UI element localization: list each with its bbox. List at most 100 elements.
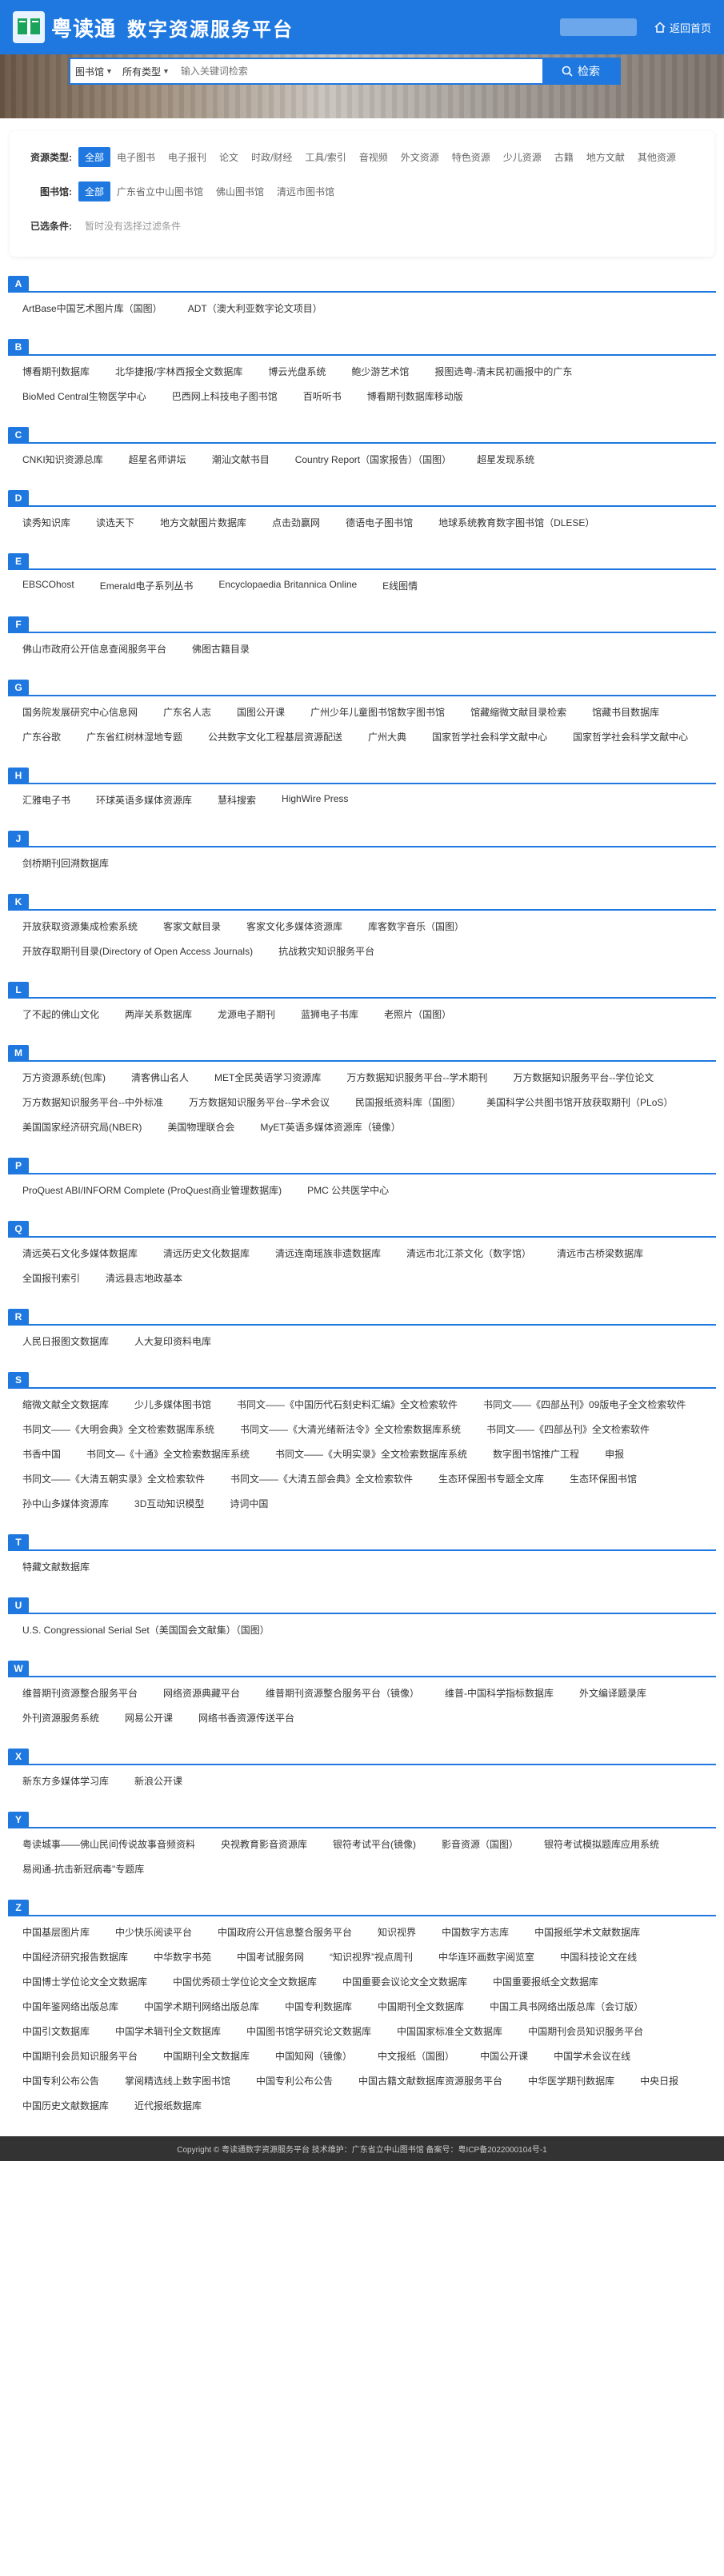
resource-link[interactable]: 美国物理联合会 bbox=[159, 1120, 242, 1134]
resource-link[interactable]: Country Report（国家报告）（国图） bbox=[287, 453, 459, 466]
resource-link[interactable]: 超星发现系统 bbox=[469, 453, 542, 466]
resource-link[interactable]: 广东谷歌 bbox=[14, 730, 69, 744]
resource-link[interactable]: 全国报刊索引 bbox=[14, 1271, 88, 1285]
resource-link[interactable]: 影音资源（国图） bbox=[434, 1837, 526, 1851]
resource-link[interactable]: 掌阅精选线上数字图书馆 bbox=[117, 2074, 238, 2088]
resource-link[interactable]: 库客数字音乐（国图） bbox=[360, 919, 472, 933]
resource-link[interactable]: 万方数据知识服务平台--学术会议 bbox=[181, 1095, 338, 1109]
resource-link[interactable]: 中国学术辑刊全文数据库 bbox=[107, 2024, 229, 2038]
resource-link[interactable]: 德语电子图书馆 bbox=[338, 516, 421, 529]
resource-type-option[interactable]: 古籍 bbox=[548, 147, 580, 167]
resource-link[interactable]: 抗战救灾知识服务平台 bbox=[270, 944, 382, 958]
resource-link[interactable]: 中国优秀硕士学位论文全文数据库 bbox=[165, 1975, 325, 1988]
resource-link[interactable]: 中少快乐阅读平台 bbox=[107, 1925, 200, 1939]
resource-link[interactable]: 粤读城事——佛山民间传说故事音频资料 bbox=[14, 1837, 203, 1851]
resource-type-option[interactable]: 地方文献 bbox=[580, 147, 631, 167]
resource-link[interactable]: U.S. Congressional Serial Set（美国国会文献集）（国… bbox=[14, 1623, 278, 1637]
resource-type-option[interactable]: 其他资源 bbox=[631, 147, 682, 167]
resource-link[interactable]: 清远市北江茶文化（数字馆） bbox=[398, 1246, 539, 1260]
resource-link[interactable]: 博看期刊数据库移动版 bbox=[359, 389, 471, 403]
resource-link[interactable]: 国图公开课 bbox=[229, 705, 293, 719]
resource-link[interactable]: 中国知网（镜像） bbox=[267, 2049, 360, 2063]
resource-link[interactable]: 广州大典 bbox=[360, 730, 414, 744]
resource-link[interactable]: 书同文——《大明会典》全文检索数据库系统 bbox=[14, 1422, 222, 1436]
logo[interactable]: 粤读通 数字资源服务平台 bbox=[13, 11, 294, 43]
resource-link[interactable]: 公共数字文化工程基层资源配送 bbox=[200, 730, 350, 744]
resource-link[interactable]: 清远连南瑶族非遗数据库 bbox=[267, 1246, 389, 1260]
resource-type-option[interactable]: 全部 bbox=[78, 147, 111, 167]
resource-link[interactable]: 潮汕文献书目 bbox=[204, 453, 278, 466]
resource-link[interactable]: 中国引文数据库 bbox=[14, 2024, 98, 2038]
library-select[interactable]: 图书馆 ▼ bbox=[70, 59, 118, 83]
resource-link[interactable]: 中国专利数据库 bbox=[277, 2000, 360, 2013]
resource-link[interactable]: 特藏文献数据库 bbox=[14, 1560, 98, 1573]
resource-link[interactable]: 读秀知识库 bbox=[14, 516, 78, 529]
resource-type-option[interactable]: 少儿资源 bbox=[497, 147, 548, 167]
resource-link[interactable]: 两岸关系数据库 bbox=[117, 1007, 200, 1021]
resource-link[interactable]: 中国重要报纸全文数据库 bbox=[485, 1975, 606, 1988]
resource-link[interactable]: 客家文献目录 bbox=[155, 919, 229, 933]
resource-link[interactable]: 书同文——《四部丛刊》全文检索软件 bbox=[478, 1422, 658, 1436]
search-input[interactable] bbox=[174, 59, 542, 83]
resource-link[interactable]: 中国科技论文在线 bbox=[552, 1950, 645, 1964]
resource-link[interactable]: 地球系统教育数字图书馆（DLESE） bbox=[430, 516, 602, 529]
resource-link[interactable]: 书香中国 bbox=[14, 1447, 69, 1461]
resource-link[interactable]: 开放获取资源集成检索系统 bbox=[14, 919, 146, 933]
resource-link[interactable]: 中国政府公开信息整合服务平台 bbox=[210, 1925, 360, 1939]
resource-link[interactable]: 馆藏书目数据库 bbox=[584, 705, 667, 719]
resource-link[interactable]: 老照片（国图） bbox=[376, 1007, 459, 1021]
resource-link[interactable]: 诗词中国 bbox=[222, 1497, 276, 1510]
resource-link[interactable]: 中文报纸（国图） bbox=[370, 2049, 462, 2063]
resource-link[interactable]: MyET英语多媒体资源库（镜像） bbox=[252, 1120, 408, 1134]
resource-link[interactable]: 广东名人志 bbox=[155, 705, 219, 719]
resource-link[interactable]: 网易公开课 bbox=[117, 1711, 181, 1725]
resource-type-option[interactable]: 特色资源 bbox=[446, 147, 497, 167]
resource-type-option[interactable]: 时政/财经 bbox=[245, 147, 298, 167]
resource-link[interactable]: 点击劲赢网 bbox=[264, 516, 328, 529]
resource-link[interactable]: 书同文——《大清五朝实录》全文检索软件 bbox=[14, 1472, 213, 1485]
resource-link[interactable]: 中国专利公布公告 bbox=[248, 2074, 341, 2088]
resource-link[interactable]: 美国国家经济研究局(NBER) bbox=[14, 1120, 150, 1134]
resource-link[interactable]: 民国报纸资料库（国图） bbox=[347, 1095, 469, 1109]
resource-link[interactable]: 美国科学公共图书馆开放获取期刊（PLoS） bbox=[478, 1095, 681, 1109]
resource-link[interactable]: ArtBase中国艺术图片库（国图） bbox=[14, 301, 170, 315]
resource-link[interactable]: 读选天下 bbox=[88, 516, 142, 529]
resource-link[interactable]: 中国历史文献数据库 bbox=[14, 2099, 117, 2112]
resource-link[interactable]: 博看期刊数据库 bbox=[14, 365, 98, 378]
resource-link[interactable]: CNKI知识资源总库 bbox=[14, 453, 111, 466]
resource-link[interactable]: 清客佛山名人 bbox=[123, 1071, 197, 1084]
library-option[interactable]: 全部 bbox=[78, 181, 111, 201]
resource-link[interactable]: 中国古籍文献数据库资源服务平台 bbox=[350, 2074, 510, 2088]
type-select[interactable]: 所有类型 ▼ bbox=[118, 59, 174, 83]
resource-link[interactable]: 申报 bbox=[597, 1447, 632, 1461]
resource-link[interactable]: 网络资源典藏平台 bbox=[155, 1686, 248, 1700]
resource-link[interactable]: 人民日报图文数据库 bbox=[14, 1334, 117, 1348]
resource-link[interactable]: 汇雅电子书 bbox=[14, 793, 78, 807]
library-option[interactable]: 清远市图书馆 bbox=[270, 181, 341, 201]
resource-link[interactable]: 佛图古籍目录 bbox=[184, 642, 258, 656]
resource-link[interactable]: 馆藏缩微文献目录检索 bbox=[462, 705, 574, 719]
search-button[interactable]: 检索 bbox=[542, 59, 619, 83]
resource-link[interactable]: 万方数据知识服务平台--中外标准 bbox=[14, 1095, 171, 1109]
resource-link[interactable]: 少儿多媒体图书馆 bbox=[126, 1398, 219, 1411]
resource-link[interactable]: BioMed Central生物医学中心 bbox=[14, 389, 154, 403]
resource-link[interactable]: 生态环保图书馆 bbox=[562, 1472, 645, 1485]
resource-link[interactable]: 中国图书馆学研究论文数据库 bbox=[238, 2024, 379, 2038]
resource-link[interactable]: 书同文——《大清光绪新法令》全文检索数据库系统 bbox=[232, 1422, 469, 1436]
resource-link[interactable]: 中国重要会议论文全文数据库 bbox=[334, 1975, 475, 1988]
resource-link[interactable]: 中国年鉴网络出版总库 bbox=[14, 2000, 126, 2013]
resource-link[interactable]: 外文编译题录库 bbox=[571, 1686, 654, 1700]
resource-link[interactable]: ProQuest ABI/INFORM Complete (ProQuest商业… bbox=[14, 1183, 290, 1197]
resource-link[interactable]: 广州少年儿童图书馆数字图书馆 bbox=[302, 705, 453, 719]
resource-link[interactable]: MET全民英语学习资源库 bbox=[206, 1071, 329, 1084]
resource-link[interactable]: 国家哲学社会科学文献中心 bbox=[424, 730, 555, 744]
resource-link[interactable]: 龙源电子期刊 bbox=[210, 1007, 283, 1021]
resource-link[interactable]: 中国数字方志库 bbox=[434, 1925, 517, 1939]
resource-link[interactable]: 生态环保图书专题全文库 bbox=[430, 1472, 552, 1485]
resource-type-option[interactable]: 电子图书 bbox=[110, 147, 162, 167]
resource-link[interactable]: 广东省红树林湿地专题 bbox=[78, 730, 190, 744]
resource-link[interactable]: 数字图书馆推广工程 bbox=[485, 1447, 587, 1461]
resource-link[interactable]: 书同文—《十通》全文检索数据库系统 bbox=[78, 1447, 258, 1461]
resource-link[interactable]: 中国工具书网络出版总库（会订版） bbox=[482, 2000, 651, 2013]
resource-link[interactable]: 知识视界 bbox=[370, 1925, 424, 1939]
